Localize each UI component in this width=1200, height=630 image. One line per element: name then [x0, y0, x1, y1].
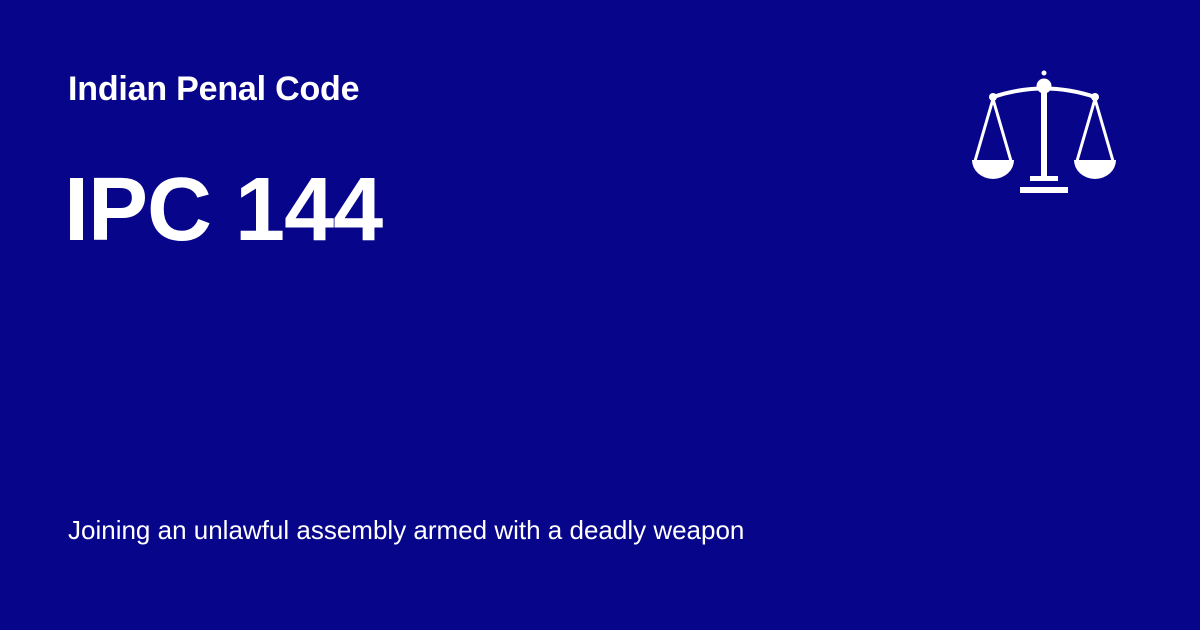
- category-label: Indian Penal Code: [68, 70, 360, 108]
- section-description: Joining an unlawful assembly armed with …: [68, 515, 745, 545]
- share-card: Indian Penal Code IPC 144 Joining an unl…: [0, 0, 1200, 630]
- scales-of-justice-icon: [972, 70, 1116, 193]
- section-title: IPC 144: [64, 160, 383, 260]
